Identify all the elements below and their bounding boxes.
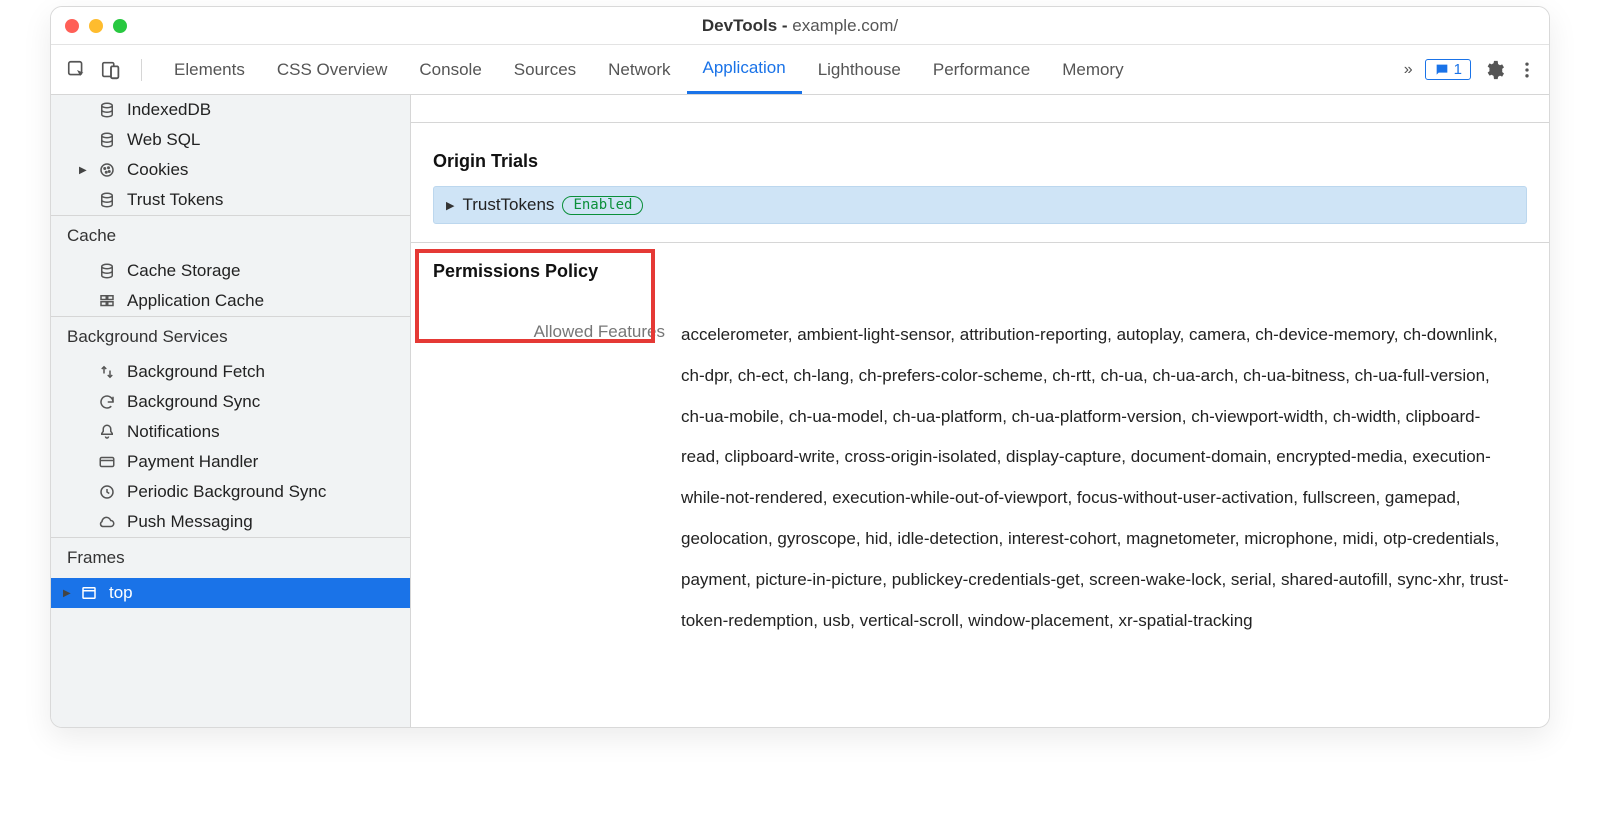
sidebar-item-label: Background Sync bbox=[127, 392, 260, 412]
frame-icon bbox=[79, 583, 99, 603]
card-icon bbox=[97, 452, 117, 472]
application-sidebar: IndexedDB Web SQL Cookies Trust Tokens Cach… bbox=[51, 95, 411, 727]
sidebar-item-label: Trust Tokens bbox=[127, 190, 223, 210]
cloud-icon bbox=[97, 512, 117, 532]
grid-icon bbox=[97, 291, 117, 311]
sidebar-item-application-cache[interactable]: Application Cache bbox=[51, 286, 410, 316]
sidebar-item-background-fetch[interactable]: Background Fetch bbox=[51, 357, 410, 387]
sidebar-group-bg-services: Background Services Background Fetch Back… bbox=[51, 317, 410, 538]
sidebar-item-periodic-background-sync[interactable]: Periodic Background Sync bbox=[51, 477, 410, 507]
sidebar-item-label: Web SQL bbox=[127, 130, 200, 150]
devtools-toolbar: ElementsCSS OverviewConsoleSourcesNetwor… bbox=[51, 45, 1549, 95]
tab-elements[interactable]: Elements bbox=[158, 45, 261, 94]
sidebar-item-cookies[interactable]: Cookies bbox=[51, 155, 410, 185]
sidebar-item-background-sync[interactable]: Background Sync bbox=[51, 387, 410, 417]
tab-memory[interactable]: Memory bbox=[1046, 45, 1139, 94]
issues-count: 1 bbox=[1454, 61, 1462, 78]
allowed-features-label: Allowed Features bbox=[433, 318, 665, 342]
tab-console[interactable]: Console bbox=[403, 45, 497, 94]
tab-application[interactable]: Application bbox=[687, 45, 802, 94]
window-title: DevTools - example.com/ bbox=[51, 16, 1549, 36]
device-toggle-icon[interactable] bbox=[97, 56, 125, 84]
origin-trials-section: Origin Trials TrustTokens Enabled bbox=[411, 123, 1549, 243]
sidebar-item-label: Payment Handler bbox=[127, 452, 258, 472]
bell-icon bbox=[97, 422, 117, 442]
sync-icon bbox=[97, 392, 117, 412]
sidebar-item-label: Cookies bbox=[127, 160, 188, 180]
sidebar-header-cache: Cache bbox=[51, 216, 410, 256]
window-minimize-button[interactable] bbox=[89, 19, 103, 33]
tab-lighthouse[interactable]: Lighthouse bbox=[802, 45, 917, 94]
inspect-element-icon[interactable] bbox=[63, 56, 91, 84]
sidebar-item-trust-tokens[interactable]: Trust Tokens bbox=[51, 185, 410, 215]
sidebar-item-label: Background Fetch bbox=[127, 362, 265, 382]
traffic-lights bbox=[65, 19, 127, 33]
origin-trial-status-pill: Enabled bbox=[562, 196, 643, 215]
window-title-host: example.com/ bbox=[792, 16, 898, 35]
db-icon bbox=[97, 100, 117, 120]
settings-gear-icon[interactable] bbox=[1483, 59, 1505, 81]
cookie-icon bbox=[97, 160, 117, 180]
sidebar-item-notifications[interactable]: Notifications bbox=[51, 417, 410, 447]
more-menu-icon[interactable] bbox=[1517, 60, 1537, 80]
clock-icon bbox=[97, 482, 117, 502]
sidebar-item-label: Periodic Background Sync bbox=[127, 482, 326, 502]
sidebar-item-web-sql[interactable]: Web SQL bbox=[51, 125, 410, 155]
main-split: IndexedDB Web SQL Cookies Trust Tokens Cach… bbox=[51, 95, 1549, 727]
window-zoom-button[interactable] bbox=[113, 19, 127, 33]
sidebar-group-cache: Cache Cache Storage Application Cache bbox=[51, 216, 410, 317]
sidebar-header-frames: Frames bbox=[51, 538, 410, 578]
db-icon bbox=[97, 130, 117, 150]
sidebar-item-label: IndexedDB bbox=[127, 100, 211, 120]
origin-trial-row[interactable]: TrustTokens Enabled bbox=[433, 186, 1527, 224]
sidebar-item-label: Cache Storage bbox=[127, 261, 240, 281]
sidebar-item-label: Application Cache bbox=[127, 291, 264, 311]
sidebar-group-storage: IndexedDB Web SQL Cookies Trust Tokens bbox=[51, 95, 410, 216]
issues-button[interactable]: 1 bbox=[1425, 59, 1471, 80]
sidebar-item-indexeddb[interactable]: IndexedDB bbox=[51, 95, 410, 125]
sidebar-item-label: top bbox=[109, 583, 133, 603]
sidebar-header-bg: Background Services bbox=[51, 317, 410, 357]
origin-trials-heading: Origin Trials bbox=[433, 151, 1527, 172]
updown-icon bbox=[97, 362, 117, 382]
sidebar-item-payment-handler[interactable]: Payment Handler bbox=[51, 447, 410, 477]
permissions-policy-section: Permissions Policy Allowed Features acce… bbox=[411, 243, 1549, 681]
sidebar-item-label: Notifications bbox=[127, 422, 220, 442]
tab-performance[interactable]: Performance bbox=[917, 45, 1046, 94]
tabs-overflow-button[interactable]: » bbox=[1404, 61, 1413, 79]
tab-css-overview[interactable]: CSS Overview bbox=[261, 45, 404, 94]
devtools-window: DevTools - example.com/ ElementsCSS Over… bbox=[50, 6, 1550, 728]
sidebar-item-cache-storage[interactable]: Cache Storage bbox=[51, 256, 410, 286]
toolbar-separator bbox=[141, 59, 142, 81]
db-icon bbox=[97, 261, 117, 281]
sidebar-item-label: Push Messaging bbox=[127, 512, 253, 532]
panel-tabs: ElementsCSS OverviewConsoleSourcesNetwor… bbox=[158, 45, 1140, 94]
tab-network[interactable]: Network bbox=[592, 45, 686, 94]
sidebar-item-push-messaging[interactable]: Push Messaging bbox=[51, 507, 410, 537]
content-pane: Origin Trials TrustTokens Enabled Permis… bbox=[411, 95, 1549, 727]
tab-sources[interactable]: Sources bbox=[498, 45, 592, 94]
sidebar-item-top[interactable]: top bbox=[51, 578, 410, 608]
db-icon bbox=[97, 190, 117, 210]
allowed-features-list: accelerometer, ambient-light-sensor, att… bbox=[681, 315, 1527, 641]
window-title-app: DevTools - bbox=[702, 16, 792, 35]
content-top-spacer bbox=[411, 95, 1549, 123]
sidebar-group-frames: Frames top bbox=[51, 538, 410, 608]
origin-trial-name: TrustTokens bbox=[462, 195, 554, 215]
permissions-policy-heading: Permissions Policy bbox=[433, 261, 665, 282]
window-close-button[interactable] bbox=[65, 19, 79, 33]
window-titlebar: DevTools - example.com/ bbox=[51, 7, 1549, 45]
